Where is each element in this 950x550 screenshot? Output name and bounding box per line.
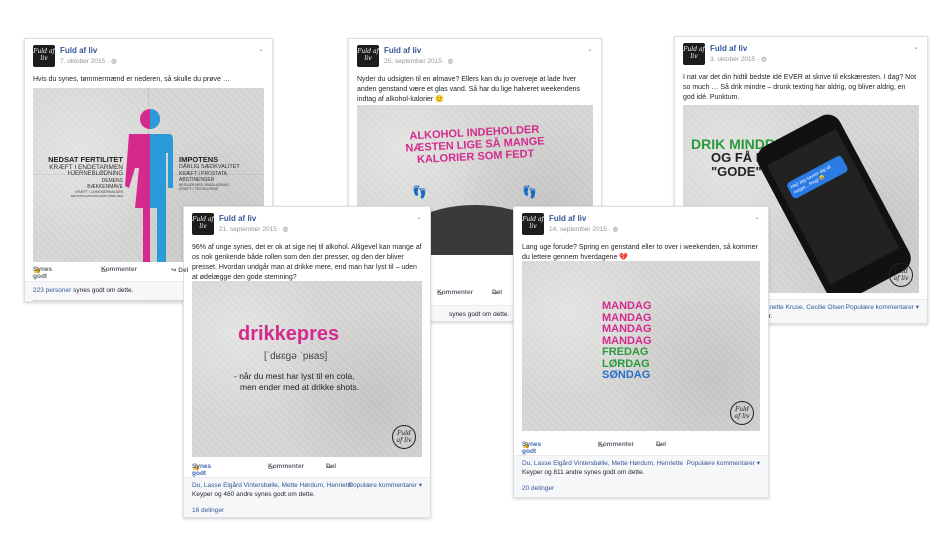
post-header: Fuld af liv Fuld af liv 3. oktober 2015 … bbox=[683, 43, 919, 69]
chevron-down-icon[interactable]: ⌄ bbox=[416, 213, 422, 221]
comment-sort-dropdown[interactable]: Populære kommentarer ▾ bbox=[846, 303, 919, 312]
word-heading: drikkepres bbox=[238, 323, 340, 345]
shares-count[interactable]: 20 delinger bbox=[522, 484, 554, 493]
comment-sort-dropdown[interactable]: Populære kommentarer ▾ bbox=[687, 459, 760, 468]
post-text: Lang uge forude? Spring en genstand elle… bbox=[522, 244, 758, 261]
right-line: KRÆFT I TESTIKLERNE bbox=[179, 187, 219, 191]
post-header: Fuld af liv Fuld af liv 21. september 20… bbox=[192, 213, 422, 239]
avatar[interactable]: Fuld af liv bbox=[192, 213, 214, 235]
post-header: Fuld af liv Fuld af liv 25. september 20… bbox=[357, 45, 593, 71]
chevron-down-icon[interactable]: ⌄ bbox=[913, 43, 919, 51]
left-title: NEDSAT FERTILITET bbox=[48, 155, 123, 164]
page-name[interactable]: Fuld af liv bbox=[384, 46, 421, 55]
definition-line-2: men ender med at drikke shots. bbox=[240, 382, 360, 392]
left-line: HJERNEBLØDNING bbox=[67, 171, 123, 177]
left-line: MENSTRUATIONSFORSTYRRELSER bbox=[70, 194, 123, 198]
post-5: Fuld af liv Fuld af liv 14. september 20… bbox=[513, 206, 769, 498]
avatar[interactable]: Fuld af liv bbox=[357, 45, 379, 67]
avatar[interactable]: Fuld af liv bbox=[522, 213, 544, 235]
post-header: Fuld af liv Fuld af liv 7. oktober 2015 … bbox=[33, 45, 264, 71]
post-1-footer: 👍 Synes godt om ▭ Kommenter 223 personer… bbox=[25, 262, 183, 300]
footprints-icon: 👣 bbox=[522, 185, 537, 199]
likes-summary: Du, Lasse Elgård Vintersbølle, Mette Hør… bbox=[184, 477, 430, 517]
post-date[interactable]: 25. september 2015 · ◍ bbox=[384, 57, 453, 65]
post-text: I nat var det din hidtil bedste idé EVER… bbox=[683, 74, 917, 101]
chevron-down-icon[interactable]: ⌄ bbox=[754, 213, 760, 221]
page-name[interactable]: Fuld af liv bbox=[60, 46, 97, 55]
post-date[interactable]: 14. september 2015 · ◍ bbox=[549, 225, 618, 233]
gender-figure-icon bbox=[125, 109, 173, 268]
comment-sort-dropdown[interactable]: Populære kommentarer ▾ bbox=[349, 481, 422, 490]
fuld-af-liv-logo: Fuld af liv bbox=[889, 263, 913, 287]
post-header: Fuld af liv Fuld af liv 14. september 20… bbox=[522, 213, 760, 239]
right-title: IMPOTENS bbox=[179, 155, 219, 164]
action-bar: 👍 Synes godt om ▭ Kommenter bbox=[33, 266, 138, 287]
globe-icon: ◍ bbox=[282, 226, 289, 233]
definition-line-1: - når du mest har lyst til en cola, bbox=[234, 371, 355, 381]
post-image[interactable]: drikkepres [ˈdʁɛgə ˈpʁas] - når du mest … bbox=[192, 281, 422, 457]
footprints-icon: 👣 bbox=[412, 185, 427, 199]
chevron-down-icon[interactable]: ⌄ bbox=[587, 45, 593, 53]
page-name[interactable]: Fuld af liv bbox=[549, 214, 586, 223]
post-image[interactable]: MANDAG MANDAG MANDAG MANDAG FREDAG LØRDA… bbox=[522, 261, 760, 431]
post-text: 96% af unge synes, det er ok at sige nej… bbox=[192, 244, 422, 281]
phonetic-text: [ˈdʁɛgə ˈpʁas] bbox=[264, 351, 328, 362]
post-4: Fuld af liv Fuld af liv 21. september 20… bbox=[183, 206, 431, 518]
globe-icon: ◍ bbox=[110, 58, 117, 65]
globe-icon: ◍ bbox=[612, 226, 619, 233]
post-date[interactable]: 3. oktober 2015 · ◍ bbox=[710, 55, 767, 63]
avatar[interactable]: Fuld af liv bbox=[33, 45, 55, 67]
action-bar: 👍 Synes godt om ▭ Kommenter ↪ Del bbox=[192, 463, 337, 484]
weekday-list: MANDAG MANDAG MANDAG MANDAG FREDAG LØRDA… bbox=[602, 300, 652, 382]
action-bar: 👍 Synes godt om ▭ Kommenter ↪ Del bbox=[522, 441, 667, 462]
likes-summary: 223 personer synes godt om dette. bbox=[25, 281, 183, 300]
right-line: DÅRLIG SÆDKVALITET bbox=[179, 164, 240, 170]
weekday-label: SØNDAG bbox=[602, 369, 651, 381]
weekday-label: FREDAG bbox=[602, 346, 649, 358]
fuld-af-liv-logo: Fuld af liv bbox=[392, 425, 416, 449]
avatar[interactable]: Fuld af liv bbox=[683, 43, 705, 65]
phone-screen: Hej! Jeg savner dig så meget... Ring! 😀 bbox=[766, 128, 900, 285]
globe-icon: ◍ bbox=[447, 58, 454, 65]
chevron-down-icon[interactable]: ⌄ bbox=[258, 45, 264, 53]
post-text: Hvis du synes, tømmermænd er nederen, så… bbox=[33, 76, 230, 83]
page-name[interactable]: Fuld af liv bbox=[710, 44, 747, 53]
left-list: NEDSAT FERTILITET KRÆFT I ENDETARMEN HJE… bbox=[35, 155, 123, 199]
fuld-af-liv-logo: Fuld af liv bbox=[730, 401, 754, 425]
post-date[interactable]: 21. september 2015 · ◍ bbox=[219, 225, 288, 233]
post-1-share[interactable]: ↪ Del bbox=[171, 266, 188, 274]
page-name[interactable]: Fuld af liv bbox=[219, 214, 256, 223]
globe-icon: ◍ bbox=[760, 56, 767, 63]
right-list: IMPOTENS DÅRLIG SÆDKVALITET KRÆFT I PROS… bbox=[179, 155, 263, 192]
weekday-label: MANDAG bbox=[602, 323, 652, 335]
shares-count[interactable]: 16 delinger bbox=[192, 506, 224, 515]
likes-summary: Du, Lasse Elgård Vintersbølle, Mette Hør… bbox=[514, 455, 768, 497]
weekday-label: MANDAG bbox=[602, 300, 652, 312]
post-text: Nyder du udsigten til en ølmave? Ellers … bbox=[357, 76, 580, 103]
post-date[interactable]: 7. oktober 2015 · ◍ bbox=[60, 57, 117, 65]
message-bubble: Hej! Jeg savner dig så meget... Ring! 😀 bbox=[785, 154, 849, 200]
image-headline: ALKOHOL INDEHOLDER NÆSTEN LIGE SÅ MANGE … bbox=[357, 121, 593, 169]
left-line: KRÆFT I ENDETARMEN bbox=[49, 164, 123, 171]
